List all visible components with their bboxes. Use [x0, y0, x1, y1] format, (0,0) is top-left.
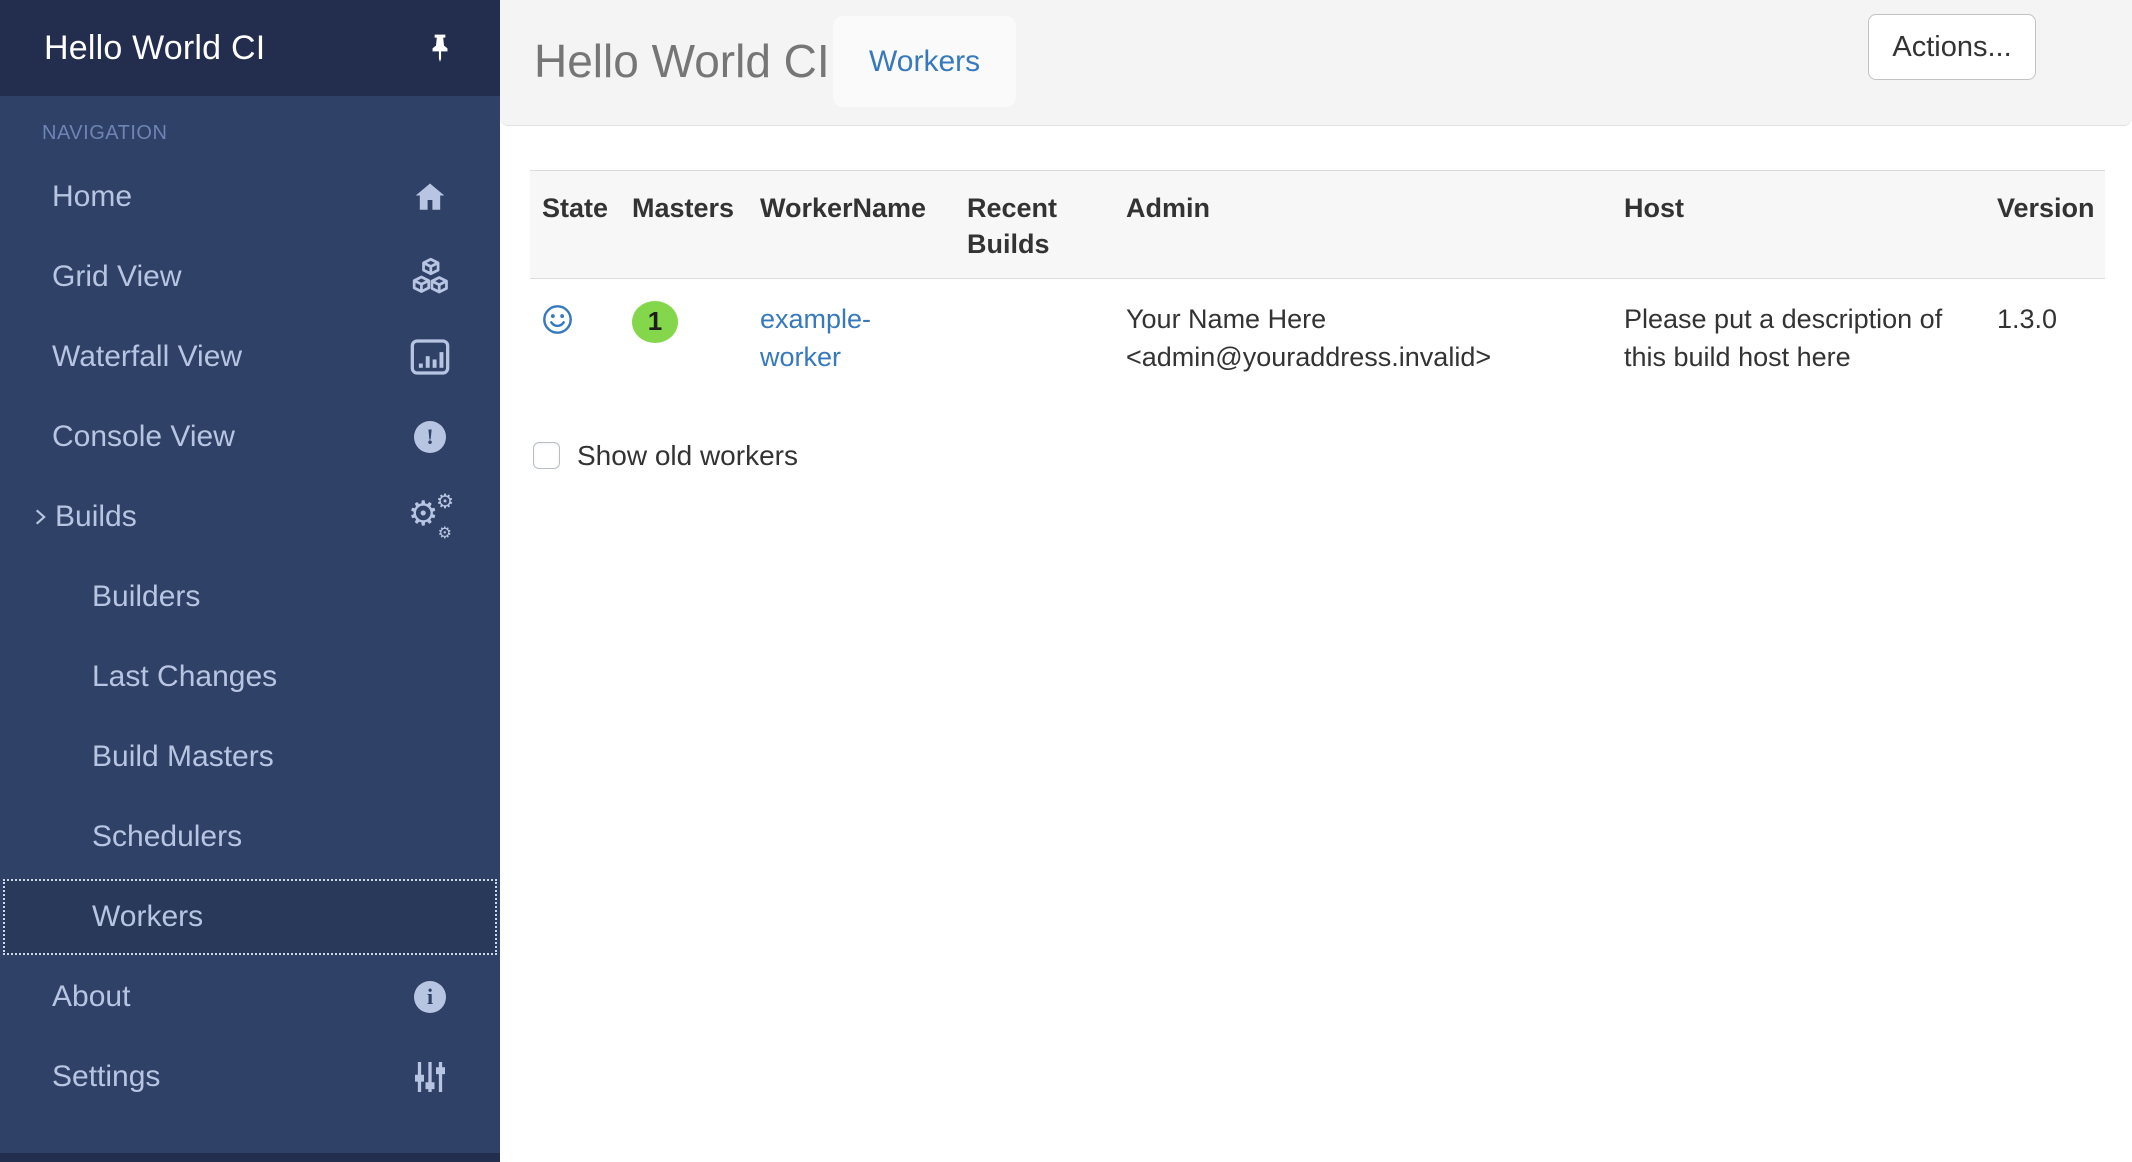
page-title: Hello World CI [534, 33, 830, 87]
topbar: Hello World CI Workers Actions... [500, 0, 2132, 126]
sidebar-item-console-view[interactable]: Console View ! [0, 397, 500, 477]
sidebar-item-settings[interactable]: Settings [0, 1037, 500, 1117]
sidebar-footer [0, 1153, 500, 1162]
sidebar: Hello World CI NAVIGATION Home Grid View [0, 0, 500, 1162]
col-version: Version [1985, 171, 2105, 279]
exclamation-circle-icon: ! [408, 415, 452, 459]
worker-masters-cell: 1 [620, 279, 748, 398]
cogs-icon: ⚙⚙⚙ [408, 495, 452, 539]
show-old-workers-checkbox[interactable] [533, 442, 560, 469]
col-admin: Admin [1114, 171, 1612, 279]
pin-icon[interactable] [424, 32, 456, 64]
cubes-icon [408, 255, 452, 299]
sidebar-item-grid-view[interactable]: Grid View [0, 237, 500, 317]
actions-button[interactable]: Actions... [1868, 14, 2036, 80]
sidebar-header: Hello World CI [0, 0, 500, 96]
home-icon [408, 175, 452, 219]
col-host: Host [1612, 171, 1985, 279]
chevron-right-icon [30, 507, 50, 527]
sidebar-item-schedulers[interactable]: Schedulers [0, 797, 500, 877]
sliders-icon [408, 1055, 452, 1099]
col-recent-builds: Recent Builds [955, 171, 1114, 279]
info-circle-icon: i [408, 975, 452, 1019]
col-state: State [530, 171, 620, 279]
masters-count-badge: 1 [632, 301, 678, 343]
sidebar-item-about[interactable]: About i [0, 957, 500, 1037]
app-title[interactable]: Hello World CI [44, 29, 265, 68]
bar-chart-icon [408, 335, 452, 379]
show-old-workers-row: Show old workers [533, 440, 2132, 472]
table-header-row: State Masters WorkerName Recent Builds A… [530, 171, 2105, 279]
nav-list: Home Grid View Waterfall View [0, 157, 500, 1117]
tab-workers[interactable]: Workers [833, 16, 1016, 107]
sidebar-item-workers[interactable]: Workers [3, 879, 497, 955]
smiley-icon [542, 304, 573, 335]
sidebar-item-builds[interactable]: Builds ⚙⚙⚙ [0, 477, 500, 557]
worker-host-cell: Please put a description of this build h… [1612, 279, 1985, 398]
show-old-workers-label[interactable]: Show old workers [577, 440, 798, 472]
worker-admin-cell: Your Name Here <admin@youraddress.invali… [1114, 279, 1612, 398]
worker-name-link[interactable]: example-worker [760, 304, 871, 371]
col-workername: WorkerName [748, 171, 955, 279]
table-row: 1 example-worker Your Name Here <admin@y… [530, 279, 2105, 398]
worker-state-cell [530, 279, 620, 398]
sidebar-item-build-masters[interactable]: Build Masters [0, 717, 500, 797]
worker-name-cell: example-worker [748, 279, 955, 398]
sidebar-item-home[interactable]: Home [0, 157, 500, 237]
workers-table: State Masters WorkerName Recent Builds A… [530, 170, 2105, 398]
worker-recent-builds-cell [955, 279, 1114, 398]
col-masters: Masters [620, 171, 748, 279]
sidebar-item-builders[interactable]: Builders [0, 557, 500, 637]
sidebar-item-last-changes[interactable]: Last Changes [0, 637, 500, 717]
main-area: Hello World CI Workers Actions... State … [500, 0, 2132, 1162]
nav-section-label: NAVIGATION [42, 122, 500, 145]
worker-version-cell: 1.3.0 [1985, 279, 2105, 398]
sidebar-item-waterfall-view[interactable]: Waterfall View [0, 317, 500, 397]
